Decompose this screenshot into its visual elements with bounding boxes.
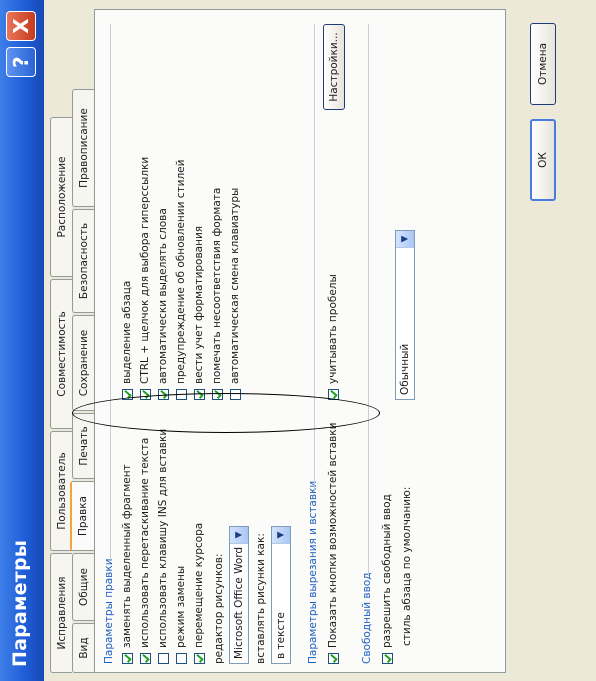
title-bar: Параметры ? X [0,0,44,681]
tab-security[interactable]: Безопасность [72,209,94,313]
tab-save[interactable]: Сохранение [72,315,94,411]
chevron-down-icon: ▼ [396,231,414,248]
tab-edit[interactable]: Правка [70,481,94,551]
tab-user[interactable]: Пользователь [50,431,72,551]
checkbox-ctrl-click[interactable]: CTRL + щелчок для выбора гиперссылки [139,157,151,400]
tab-spelling[interactable]: Правописание [72,89,94,207]
chevron-down-icon: ▼ [230,527,248,544]
checkbox-smart-spaces[interactable]: учитывать пробелы [327,274,339,400]
cancel-button[interactable]: Отмена [530,23,556,105]
checkbox-overtype[interactable]: режим замены [175,566,187,664]
tab-print[interactable]: Печать [72,413,94,479]
highlight-ellipse [72,393,380,433]
chevron-down-icon: ▼ [272,527,290,544]
ok-button[interactable]: ОК [530,119,556,201]
question-icon[interactable]: ? [6,47,36,77]
settings-button[interactable]: Настройки... [323,24,345,110]
section-divider [368,24,369,576]
checkbox-allow-free-input[interactable]: разрешить свободный ввод [381,494,393,664]
options-dialog: Параметры ? X Исправления Пользователь С… [0,0,596,681]
tab-view[interactable]: Вид [72,623,94,673]
checkbox-mark-format-inconsistencies[interactable]: помечать несоответствия формата [211,188,223,400]
section-divider [110,24,111,560]
tab-layout[interactable]: Расположение [50,117,72,277]
default-style-label: стиль абзаца по умолчанию: [401,486,413,646]
section-edit-options: Параметры правки [103,558,115,664]
tab-corrections[interactable]: Исправления [50,553,72,673]
section-cut-paste: Параметры вырезания и вставки [307,480,319,664]
checkbox-replace-selection[interactable]: заменять выделенный фрагмент [121,464,133,664]
default-style-select[interactable]: Обычный ▼ [395,230,415,400]
checkbox-auto-keyboard[interactable]: автоматическая смена клавиатуры [229,188,241,400]
checkbox-style-update-warning[interactable]: предупреждение об обновлении стилей [175,160,187,400]
checkbox-paragraph-select[interactable]: выделение абзаца [121,281,133,400]
checkbox-show-paste-options[interactable]: Показать кнопки возможностей вставки [327,423,339,664]
section-free-input: Свободный ввод [361,572,373,664]
checkbox-auto-word-select[interactable]: автоматически выделять слова [157,208,169,400]
tab-compatibility[interactable]: Совместимость [50,279,72,429]
checkbox-ins-paste[interactable]: использовать клавишу INS для вставки [157,429,169,664]
checkbox-drag-drop[interactable]: использовать перетаскивание текста [139,438,151,664]
close-icon[interactable]: X [6,11,36,41]
tab-general[interactable]: Общие [72,553,94,621]
screenshot-photo: Параметры ? X Исправления Пользователь С… [0,0,596,681]
checkbox-cursor-move[interactable]: перемещение курсора [193,523,205,664]
checkbox-track-formatting[interactable]: вести учет форматирования [193,226,205,400]
insert-pictures-select[interactable]: в тексте ▼ [271,526,291,664]
picture-editor-select[interactable]: Microsoft Office Word ▼ [229,526,249,664]
insert-pictures-label: вставлять рисунки как: [255,533,267,664]
window-title: Параметры [9,539,31,667]
edit-tab-panel: Параметры правки заменять выделенный фра… [94,9,506,673]
picture-editor-label: редактор рисунков: [213,553,225,664]
